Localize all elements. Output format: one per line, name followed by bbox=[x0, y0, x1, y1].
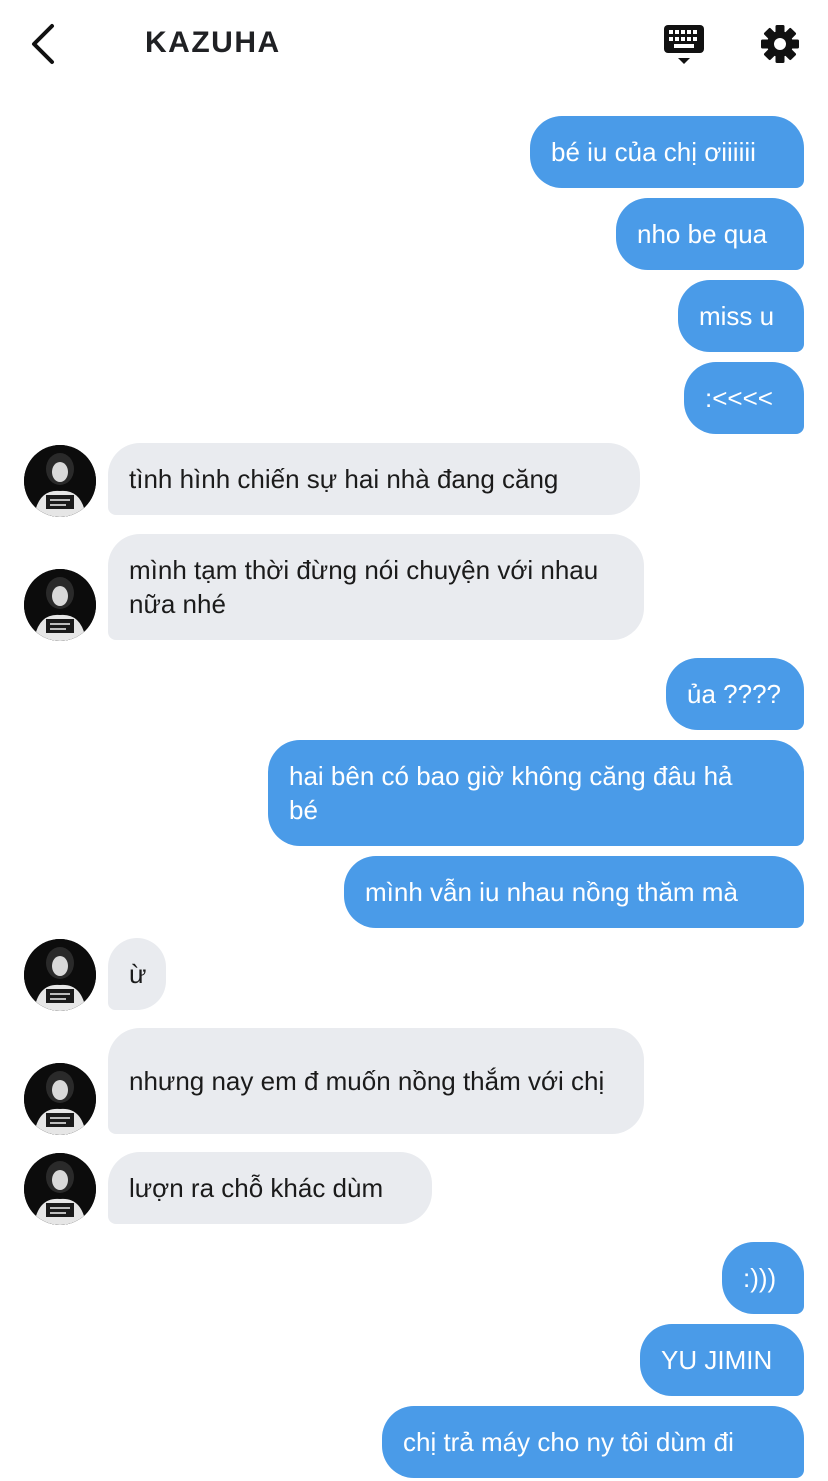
message-text: chị trả máy cho ny tôi dùm đi bbox=[403, 1427, 734, 1457]
settings-button[interactable] bbox=[758, 22, 802, 66]
message-text: nhưng nay em đ muốn nồng thắm với chị bbox=[129, 1066, 605, 1096]
avatar-photo-icon bbox=[24, 445, 96, 517]
avatar-photo-icon bbox=[24, 1063, 96, 1135]
message-text: :<<<< bbox=[705, 383, 773, 413]
message-text: miss u bbox=[699, 301, 775, 331]
message-bubble-sent[interactable]: miss u bbox=[678, 280, 804, 352]
avatar[interactable] bbox=[24, 445, 96, 517]
message-bubble-received[interactable]: nhưng nay em đ muốn nồng thắm với chị bbox=[108, 1028, 644, 1134]
message-text: mình vẫn iu nhau nồng thăm mà bbox=[365, 877, 738, 907]
avatar[interactable] bbox=[24, 1153, 96, 1225]
avatar-photo-icon bbox=[24, 1153, 96, 1225]
message-text: tình hình chiến sự hai nhà đang căng bbox=[129, 464, 559, 494]
message-text: YU JIMIN bbox=[661, 1345, 773, 1375]
message-bubble-received[interactable]: lượn ra chỗ khác dùm bbox=[108, 1152, 432, 1224]
message-text: nho be qua bbox=[637, 219, 768, 249]
message-bubble-sent[interactable]: YU JIMIN bbox=[640, 1324, 804, 1396]
message-bubble-received[interactable]: tình hình chiến sự hai nhà đang căng bbox=[108, 443, 640, 515]
avatar-photo-icon bbox=[24, 569, 96, 641]
message-bubble-sent[interactable]: chị trả máy cho ny tôi dùm đi bbox=[382, 1406, 804, 1478]
message-text: hai bên có bao giờ không căng đâu hả bé bbox=[289, 761, 733, 825]
avatar[interactable] bbox=[24, 939, 96, 1011]
message-text: bé iu của chị ơiiiiii bbox=[551, 137, 756, 167]
avatar-photo-icon bbox=[24, 939, 96, 1011]
message-bubble-received[interactable]: mình tạm thời đừng nói chuyện với nhau n… bbox=[108, 534, 644, 640]
avatar[interactable] bbox=[24, 1063, 96, 1135]
keyboard-button[interactable] bbox=[660, 22, 708, 68]
message-bubble-sent[interactable]: hai bên có bao giờ không căng đâu hả bé bbox=[268, 740, 804, 846]
back-button[interactable] bbox=[26, 22, 66, 66]
message-bubble-sent[interactable]: :<<<< bbox=[684, 362, 804, 434]
message-bubble-received[interactable]: ừ bbox=[108, 938, 166, 1010]
message-text: :))) bbox=[743, 1263, 777, 1293]
keyboard-icon bbox=[664, 25, 704, 64]
message-text: ừ bbox=[129, 959, 147, 989]
message-bubble-sent[interactable]: bé iu của chị ơiiiiii bbox=[530, 116, 804, 188]
message-text: mình tạm thời đừng nói chuyện với nhau n… bbox=[129, 555, 599, 619]
avatar[interactable] bbox=[24, 569, 96, 641]
message-text: lượn ra chỗ khác dùm bbox=[129, 1173, 384, 1203]
message-bubble-sent[interactable]: nho be qua bbox=[616, 198, 804, 270]
message-text: ủa ???? bbox=[687, 679, 781, 709]
chevron-left-icon bbox=[32, 24, 54, 64]
chat-header: KAZUHA bbox=[0, 0, 828, 90]
contact-name: KAZUHA bbox=[145, 26, 281, 59]
gear-icon bbox=[761, 25, 799, 63]
message-bubble-sent[interactable]: :))) bbox=[722, 1242, 804, 1314]
message-bubble-sent[interactable]: ủa ???? bbox=[666, 658, 804, 730]
message-bubble-sent[interactable]: mình vẫn iu nhau nồng thăm mà bbox=[344, 856, 804, 928]
